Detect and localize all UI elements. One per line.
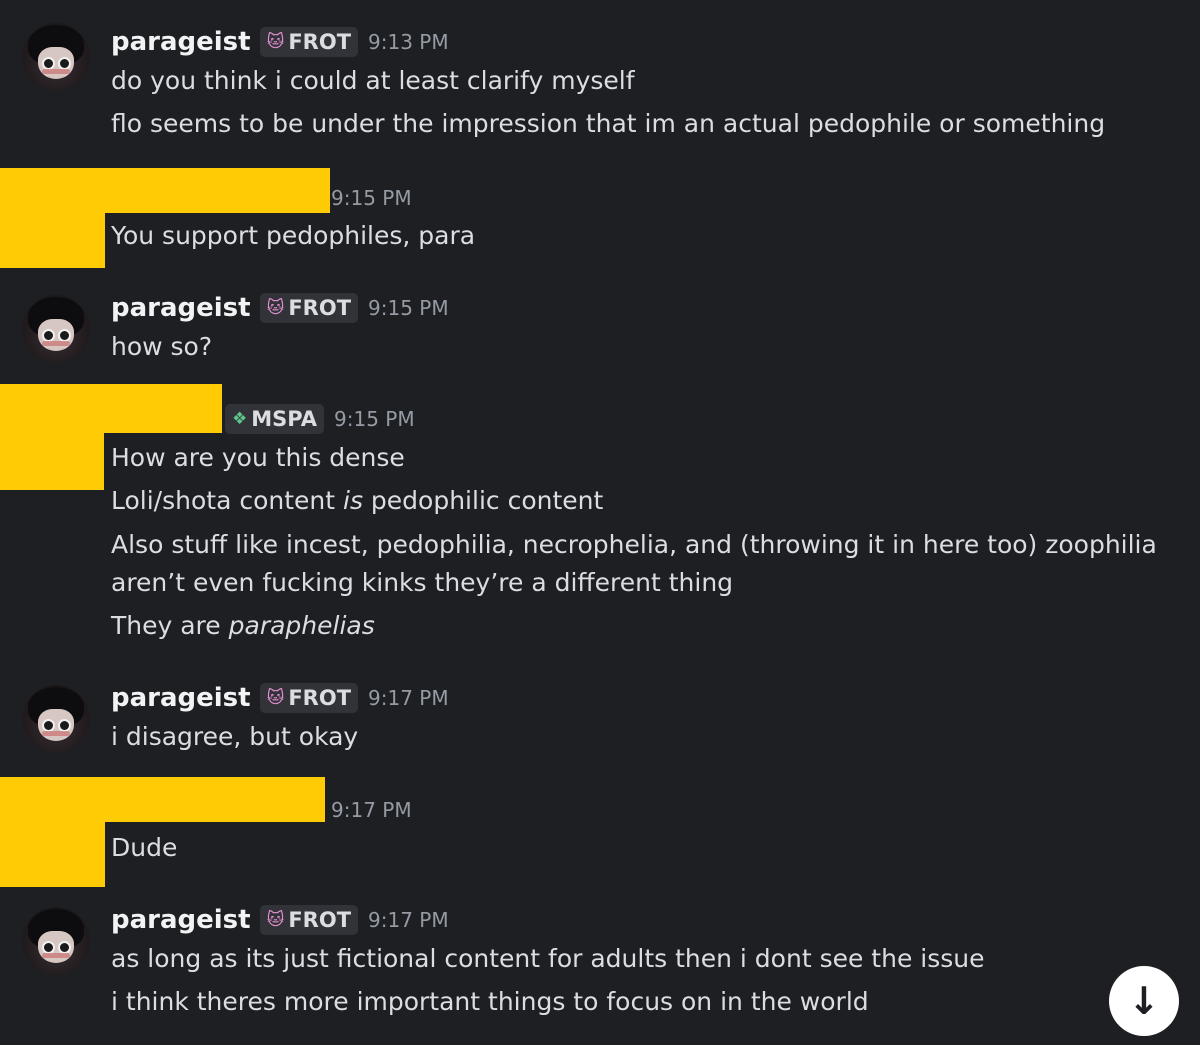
message-text: how so? (111, 332, 213, 361)
message-text: Dude (111, 833, 178, 862)
message-header: parageist 🐱 FROT 9:13 PM (111, 25, 449, 59)
message-header: 9:15 PM (331, 181, 412, 215)
arrow-down-icon: ↓ (1128, 979, 1160, 1023)
server-tag[interactable]: 🐱 FROT (259, 905, 359, 935)
message-text: do you think i could at least clarify my… (111, 66, 635, 95)
sparkle-icon: ❖ (232, 409, 248, 429)
timestamp: 9:17 PM (368, 686, 449, 710)
username[interactable]: parageist (111, 27, 251, 57)
timestamp: 9:13 PM (368, 30, 449, 54)
user-avatar[interactable] (22, 23, 90, 91)
message-text: How are you this dense (111, 443, 405, 472)
username[interactable]: parageist (111, 905, 251, 935)
username[interactable]: parageist (111, 683, 251, 713)
message-header: parageist 🐱 FROT 9:15 PM (111, 291, 449, 325)
user-avatar[interactable] (22, 295, 90, 363)
server-tag[interactable]: 🐱 FROT (259, 27, 359, 57)
cat-icon: 🐱 (266, 32, 285, 52)
message-text: They are paraphelias (111, 611, 375, 640)
timestamp: 9:15 PM (368, 296, 449, 320)
server-tag[interactable]: 🐱 FROT (259, 293, 359, 323)
server-tag-label: FROT (288, 296, 352, 320)
server-tag-label: FROT (288, 686, 352, 710)
redaction-bar (0, 777, 105, 887)
server-tag[interactable]: 🐱 FROT (259, 683, 359, 713)
message-header: 9:17 PM (331, 793, 412, 827)
redaction-bar (0, 168, 105, 268)
message-text: aren’t even fucking kinks they’re a diff… (111, 568, 734, 597)
username[interactable]: parageist (111, 293, 251, 323)
server-tag[interactable]: ❖ MSPA (225, 404, 324, 434)
message-text: flo seems to be under the impression tha… (111, 109, 1106, 138)
message-text: Also stuff like incest, pedophilia, necr… (111, 530, 1157, 559)
user-avatar[interactable] (22, 685, 90, 753)
server-tag-label: FROT (288, 30, 352, 54)
message-header: ❖ MSPA 9:15 PM (225, 402, 415, 436)
cat-icon: 🐱 (266, 298, 285, 318)
message-text: i think theres more important things to … (111, 987, 869, 1016)
server-tag-label: MSPA (251, 407, 317, 431)
cat-icon: 🐱 (266, 910, 285, 930)
message-text: i disagree, but okay (111, 722, 359, 751)
server-tag-label: FROT (288, 908, 352, 932)
timestamp: 9:15 PM (334, 407, 415, 431)
cat-icon: 🐱 (266, 688, 285, 708)
message-text: Loli/shota content is pedophilic content (111, 486, 604, 515)
message-text: You support pedophiles, para (111, 221, 476, 250)
redaction-bar (0, 384, 104, 490)
timestamp: 9:17 PM (368, 908, 449, 932)
timestamp: 9:15 PM (331, 186, 412, 210)
message-text: as long as its just fictional content fo… (111, 944, 985, 973)
timestamp: 9:17 PM (331, 798, 412, 822)
jump-to-bottom-button[interactable]: ↓ (1109, 966, 1179, 1036)
message-header: parageist 🐱 FROT 9:17 PM (111, 903, 449, 937)
user-avatar[interactable] (22, 907, 90, 975)
message-header: parageist 🐱 FROT 9:17 PM (111, 681, 449, 715)
